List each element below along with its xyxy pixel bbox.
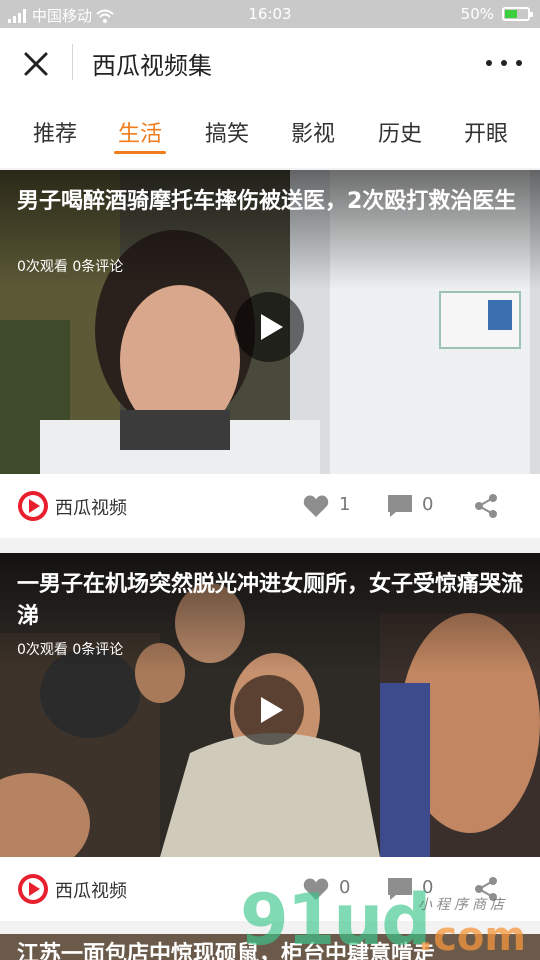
like-count: 1	[339, 494, 351, 515]
status-bar: 中国移动 16:03 50%	[0, 0, 540, 28]
more-dot-icon	[516, 60, 522, 66]
heart-icon[interactable]	[303, 494, 329, 518]
video-footer: 西瓜视频 1 0	[0, 474, 540, 538]
watermark-logo-text: 91ud	[240, 879, 431, 960]
tab-eye-opener[interactable]: 开眼	[451, 116, 521, 148]
play-button[interactable]	[234, 675, 304, 745]
watermark-subtitle: 小程序商店	[418, 897, 508, 913]
xigua-logo-icon	[18, 491, 48, 521]
play-button[interactable]	[234, 292, 304, 362]
comment-icon[interactable]	[386, 493, 414, 519]
video-source[interactable]: 西瓜视频	[55, 494, 127, 520]
close-icon	[24, 52, 48, 76]
page-title: 西瓜视频集	[92, 52, 212, 80]
clock: 16:03	[248, 5, 292, 23]
title-divider	[72, 44, 73, 80]
video-title[interactable]: 一男子在机场突然脱光冲进女厕所，女子受惊痛哭流涕	[17, 569, 527, 633]
comment-count: 0	[422, 494, 434, 515]
play-icon	[261, 697, 283, 723]
tab-film[interactable]: 影视	[278, 116, 348, 148]
watermark-domain-suffix: .com	[418, 914, 527, 960]
video-thumbnail[interactable]: 一男子在机场突然脱光冲进女厕所，女子受惊痛哭流涕 0次观看 0条评论	[0, 553, 540, 857]
more-dot-icon	[501, 60, 507, 66]
tab-recommend[interactable]: 推荐	[20, 116, 90, 148]
tab-life[interactable]: 生活	[105, 116, 175, 148]
video-stats: 0次观看 0条评论	[17, 642, 124, 658]
xigua-logo-icon	[18, 874, 48, 904]
category-tabs: 推荐 生活 搞笑 影视 历史 开眼	[0, 100, 540, 168]
video-stats: 0次观看 0条评论	[17, 259, 124, 275]
video-card[interactable]: 男子喝醉酒骑摩托车摔伤被送医，2次殴打救治医生 0次观看 0条评论 西瓜视频 1…	[0, 170, 540, 538]
tab-funny[interactable]: 搞笑	[192, 116, 262, 148]
title-bar: 西瓜视频集	[0, 28, 540, 100]
active-tab-indicator	[114, 151, 166, 154]
more-dot-icon	[486, 60, 492, 66]
video-source[interactable]: 西瓜视频	[55, 877, 127, 903]
video-title[interactable]: 男子喝醉酒骑摩托车摔伤被送医，2次殴打救治医生	[17, 186, 527, 218]
video-card[interactable]: 一男子在机场突然脱光冲进女厕所，女子受惊痛哭流涕 0次观看 0条评论 西瓜视频 …	[0, 553, 540, 921]
video-thumbnail[interactable]: 男子喝醉酒骑摩托车摔伤被送医，2次殴打救治医生 0次观看 0条评论	[0, 170, 540, 474]
battery-icon	[502, 7, 533, 21]
play-icon	[261, 314, 283, 340]
share-icon[interactable]	[474, 493, 498, 519]
tab-history[interactable]: 历史	[365, 116, 435, 148]
watermark: 91ud 小程序商店 .com	[240, 880, 540, 960]
status-right: 50%	[460, 5, 533, 23]
close-button[interactable]	[18, 46, 54, 82]
battery-percent: 50%	[460, 5, 494, 23]
more-options-button[interactable]	[486, 54, 522, 72]
